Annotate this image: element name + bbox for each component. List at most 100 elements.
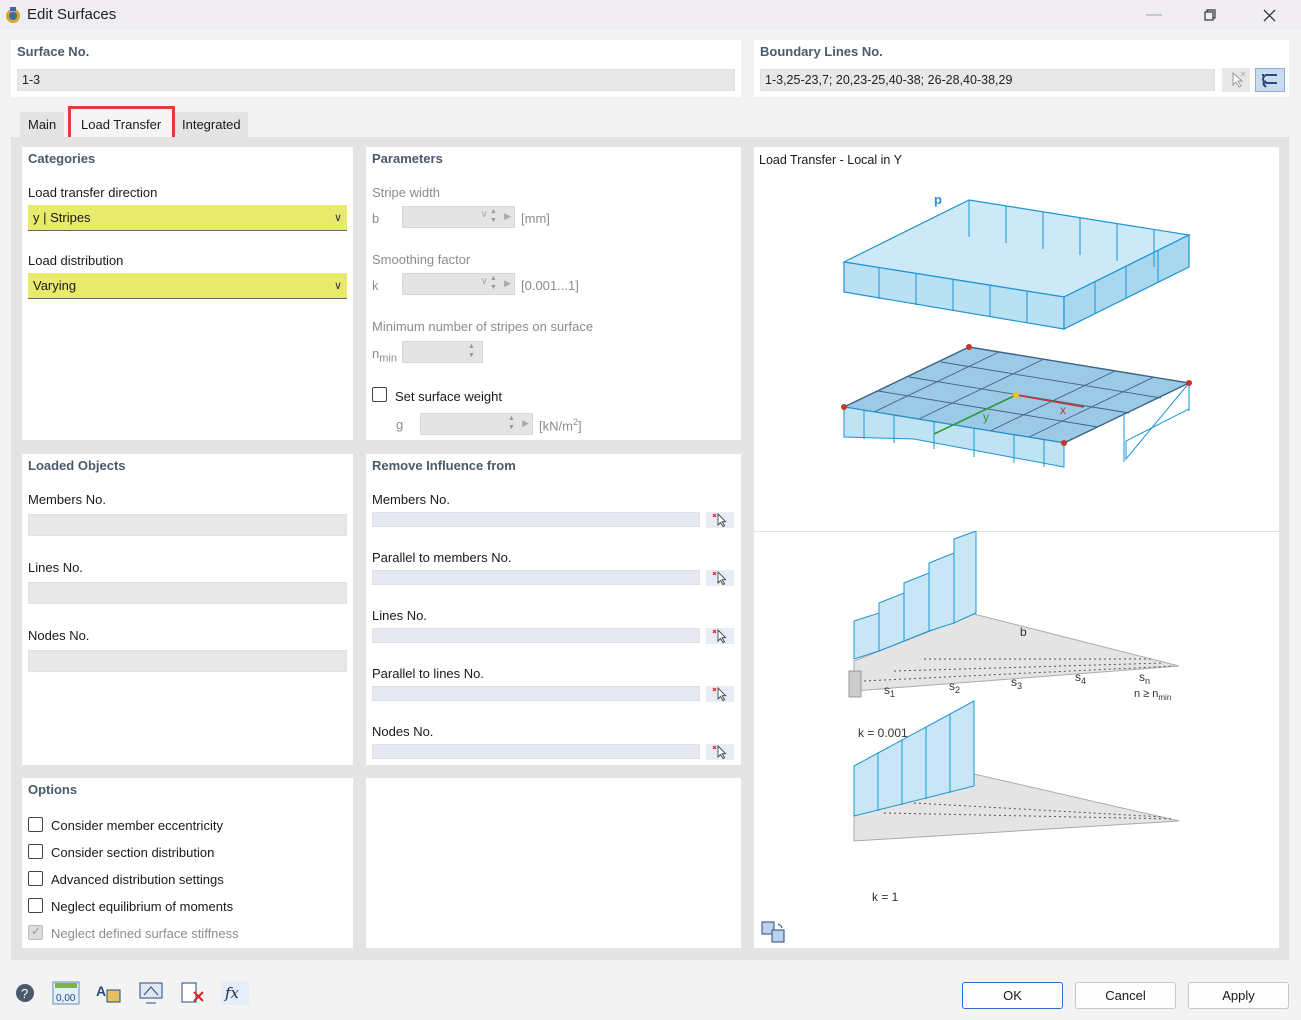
k-0001-label: k = 0.001 [858, 726, 908, 740]
apply-button[interactable]: Apply [1188, 982, 1289, 1009]
window-title: Edit Surfaces [27, 6, 116, 23]
neglect-equilibrium-checkbox[interactable] [28, 898, 43, 913]
smoothing-symbol: k [372, 278, 379, 293]
tab-main[interactable]: Main [20, 112, 64, 137]
smoothing-unit: [0.001...1] [521, 278, 579, 293]
delete-item-icon[interactable] [178, 980, 208, 1006]
stripe-width-input[interactable]: ∨ ▲▼ ▶ [402, 206, 515, 228]
text-edit-icon[interactable]: A [93, 980, 123, 1006]
x-axis-label: x [1060, 403, 1066, 417]
surface-no-field[interactable]: 1-3 [17, 69, 735, 91]
options-panel: Options Consider member eccentricity Con… [22, 778, 353, 948]
section-distribution-checkbox[interactable] [28, 844, 43, 859]
set-surface-weight-label: Set surface weight [395, 389, 502, 404]
remove-influence-panel: Remove Influence from Members No. Parall… [366, 454, 741, 765]
minimize-button[interactable]: — [1131, 0, 1177, 30]
load-transfer-direction-value: y | Stripes [33, 210, 91, 225]
svg-text:?: ? [21, 986, 28, 1001]
parameters-panel: Parameters Stripe width b ∨ ▲▼ ▶ [mm] Sm… [366, 147, 741, 440]
remove-parallel-lines-field[interactable] [372, 686, 700, 701]
loaded-nodes-label: Nodes No. [28, 628, 89, 643]
loaded-nodes-field[interactable] [28, 650, 347, 672]
member-eccentricity-checkbox[interactable] [28, 817, 43, 832]
advanced-distribution-label: Advanced distribution settings [51, 872, 224, 887]
k-1-label: k = 1 [872, 890, 899, 904]
surface-no-panel: Surface No. 1-3 [11, 40, 741, 97]
cursor-pick-icon [706, 512, 734, 528]
svg-text:A: A [96, 983, 106, 999]
remove-parallel-members-field[interactable] [372, 570, 700, 585]
remove-parallel-lines-label: Parallel to lines No. [372, 666, 484, 681]
section-distribution-label: Consider section distribution [51, 845, 214, 860]
advanced-distribution-checkbox[interactable] [28, 871, 43, 886]
view-icon[interactable] [136, 980, 166, 1006]
remove-members-label: Members No. [372, 492, 450, 507]
min-stripes-input[interactable]: ▲▼ [402, 341, 483, 363]
svg-text:fx: fx [224, 984, 240, 1002]
boundary-lines-field[interactable]: 1-3,25-23,7; 20,23-25,40-38; 26-28,40-38… [760, 69, 1215, 91]
weight-symbol: g [396, 417, 403, 432]
set-surface-weight-checkbox[interactable] [372, 387, 387, 402]
pick-boundary-button[interactable] [1222, 68, 1250, 92]
remove-parallel-members-label: Parallel to members No. [372, 550, 511, 565]
n-condition-label: n ≥ nmin [1134, 688, 1171, 702]
reverse-boundary-button[interactable] [1255, 68, 1285, 92]
parameters-title: Parameters [372, 151, 443, 166]
remove-lines-label: Lines No. [372, 608, 427, 623]
loaded-objects-title: Loaded Objects [28, 458, 126, 473]
remove-nodes-field[interactable] [372, 744, 700, 759]
weight-input[interactable]: ▲▼ ▶ [420, 413, 533, 435]
min-stripes-symbol: nmin [372, 346, 397, 365]
boundary-lines-panel: Boundary Lines No. 1-3,25-23,7; 20,23-25… [754, 40, 1289, 97]
help-icon[interactable]: ? [10, 980, 40, 1006]
cancel-button[interactable]: Cancel [1075, 982, 1176, 1009]
cursor-pick-icon [706, 570, 734, 586]
options-title: Options [28, 782, 77, 797]
units-icon[interactable]: 0,00 [51, 980, 81, 1006]
svg-text:0,00: 0,00 [56, 993, 76, 1004]
categories-title: Categories [28, 151, 95, 166]
refresh-view-icon [760, 920, 788, 944]
loaded-lines-field[interactable] [28, 582, 347, 604]
stripe-width-symbol: b [372, 211, 379, 226]
loaded-members-label: Members No. [28, 492, 106, 507]
load-distribution-label: Load distribution [28, 253, 123, 268]
load-transfer-direction-label: Load transfer direction [28, 185, 157, 200]
remove-nodes-label: Nodes No. [372, 724, 433, 739]
b-label: b [1020, 625, 1027, 639]
ok-button[interactable]: OK [962, 982, 1063, 1009]
pick-members-button[interactable] [706, 512, 734, 528]
view-switch-button[interactable] [760, 920, 788, 944]
tab-integrated[interactable]: Integrated [174, 112, 248, 137]
loaded-members-field[interactable] [28, 514, 347, 536]
title-bar: Edit Surfaces — [0, 0, 1301, 30]
function-icon[interactable]: fx [220, 980, 250, 1006]
pick-parallel-members-button[interactable] [706, 570, 734, 586]
close-button[interactable] [1246, 0, 1292, 30]
pick-parallel-lines-button[interactable] [706, 686, 734, 702]
surface-no-label: Surface No. [17, 44, 89, 59]
member-eccentricity-label: Consider member eccentricity [51, 818, 223, 833]
restore-icon [1204, 9, 1216, 21]
cursor-pick-icon [706, 686, 734, 702]
smoothing-input[interactable]: ∨ ▲▼ ▶ [402, 273, 515, 295]
remove-members-field[interactable] [372, 512, 700, 527]
pick-lines-button[interactable] [706, 628, 734, 644]
sn-label: sn [1139, 670, 1150, 686]
load-distribution-value: Varying [33, 278, 76, 293]
smoothing-factor-illustration: k = 0.001 b s1 s2 s3 s4 sn n ≥ nmin k = … [754, 531, 1279, 921]
neglect-stiffness-checkbox [28, 925, 43, 940]
cursor-pick-icon [1222, 68, 1250, 92]
load-transfer-3d-illustration: p x y [754, 147, 1279, 531]
remove-lines-field[interactable] [372, 628, 700, 643]
loaded-objects-panel: Loaded Objects Members No. Lines No. Nod… [22, 454, 353, 765]
cursor-pick-icon [706, 628, 734, 644]
load-distribution-select[interactable]: Varying ∨ [28, 273, 347, 299]
stripe-width-label: Stripe width [372, 185, 440, 200]
pick-nodes-button[interactable] [706, 744, 734, 760]
app-icon [3, 5, 23, 25]
restore-button[interactable] [1187, 0, 1233, 30]
boundary-lines-label: Boundary Lines No. [760, 44, 883, 59]
cursor-pick-icon [706, 744, 734, 760]
load-transfer-direction-select[interactable]: y | Stripes ∨ [28, 205, 347, 231]
